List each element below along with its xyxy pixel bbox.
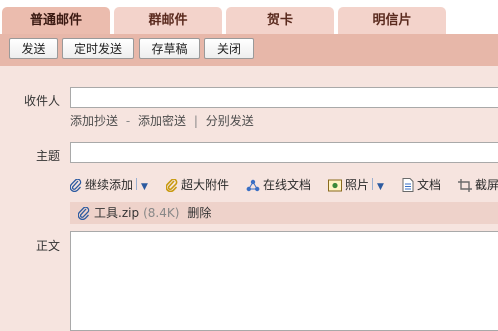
add-cc-link[interactable]: 添加抄送 [70,114,118,128]
dropdown-arrow-icon[interactable]: ▼ [141,182,148,192]
online-doc-icon [246,178,263,192]
body-editor[interactable] [70,231,498,331]
large-attachment-label: 超大附件 [181,178,230,192]
paperclip-icon [69,178,85,193]
continue-add-label: 继续添加 [85,178,134,192]
attachment-name[interactable]: 工具.zip [94,206,139,220]
subject-field[interactable] [70,142,498,163]
save-draft-button[interactable]: 存草稿 [139,38,200,59]
to-field[interactable] [70,87,498,108]
link-dash: - [125,114,131,128]
continue-add-button[interactable]: 继续添加 ▼ [69,176,148,194]
split-divider [136,178,138,190]
online-doc-label: 在线文档 [263,178,312,192]
add-bcc-link[interactable]: 添加密送 [138,114,186,128]
large-attachment-icon [165,178,181,193]
dropdown-arrow-icon[interactable]: ▼ [377,182,384,192]
send-button[interactable]: 发送 [9,38,58,59]
separate-send-link[interactable]: 分别发送 [206,114,254,128]
delete-attachment-link[interactable]: 删除 [187,206,211,220]
screenshot-icon [458,178,475,192]
attachment-item: 工具.zip (8.4K) 删除 [70,202,498,224]
recipient-links: 添加抄送 - 添加密送 | 分别发送 [70,112,254,129]
screenshot-label: 截屏 [475,178,498,192]
split-divider [372,178,374,190]
compose-tabs: 普通邮件 群邮件 贺卡 明信片 [0,0,498,34]
tab-postcard[interactable]: 明信片 [338,7,446,34]
screenshot-button[interactable]: 截屏 [458,176,498,194]
tab-group-mail[interactable]: 群邮件 [114,7,222,34]
paperclip-icon [70,206,94,221]
close-button[interactable]: 关闭 [204,38,254,59]
link-pipe: | [193,114,198,128]
toolbar: 发送 定时发送 存草稿 关闭 [0,34,498,66]
photo-button[interactable]: 照片 ▼ [328,176,384,194]
photo-icon [328,178,345,192]
tab-normal-mail[interactable]: 普通邮件 [2,7,110,34]
to-label: 收件人 [23,94,60,108]
compose-form: 收件人 添加抄送 - 添加密送 | 分别发送 主题 继续添加 ▼ 超大附件 在线文… [0,66,498,331]
scheduled-send-button[interactable]: 定时发送 [62,38,134,59]
attachment-size: (8.4K) [143,206,180,220]
subject-label: 主题 [35,149,60,163]
tab-greeting-card[interactable]: 贺卡 [226,7,334,34]
document-label: 文档 [417,178,442,192]
document-icon [402,178,417,192]
photo-label: 照片 [345,178,370,192]
body-label: 正文 [35,239,60,253]
online-doc-button[interactable]: 在线文档 [246,176,311,194]
large-attachment-button[interactable]: 超大附件 [165,176,230,194]
document-button[interactable]: 文档 [402,176,441,194]
